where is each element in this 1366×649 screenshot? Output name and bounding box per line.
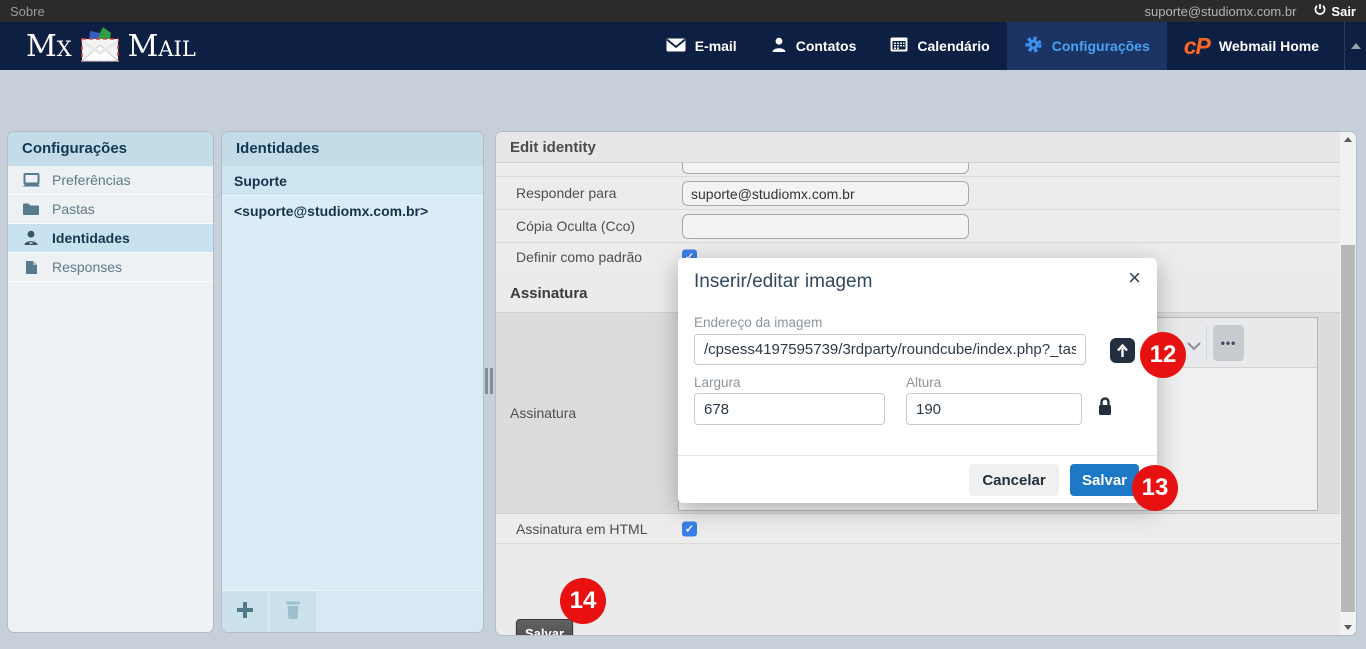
cpanel-logo: cP [1184,33,1210,60]
form-row-html-signature: Assinatura em HTML ✓ [496,514,1340,544]
screen-icon [21,173,41,188]
main-nav: Mx Mail E-mail Contatos [0,22,1366,70]
scrollbar-down-arrow[interactable] [1340,620,1356,635]
bcc-label: Cópia Oculta (Cco) [516,218,635,234]
image-url-input[interactable] [694,334,1086,365]
height-label: Altura [906,375,941,390]
plus-icon [235,600,255,625]
identities-list-panel: Identidades Suporte <suporte@studiomx.co… [222,132,483,632]
nav-item-contatos[interactable]: Contatos [754,22,874,70]
about-link[interactable]: Sobre [10,4,45,19]
nav-item-calendario[interactable]: Calendário [873,22,1006,70]
scrollbar-up-arrow[interactable] [1340,132,1356,147]
lock-icon[interactable] [1097,396,1113,422]
sidebar-item-pastas[interactable]: Pastas [8,195,213,224]
dialog-save-button[interactable]: Salvar [1070,464,1139,496]
identity-save-button[interactable]: Salvar [516,619,573,635]
annotation-badge-12: 12 [1140,332,1186,378]
trash-icon [284,600,302,625]
document-icon [21,260,41,275]
settings-sidebar: Configurações Preferências Pastas Identi… [8,132,213,632]
logout-button[interactable]: Sair [1314,3,1356,19]
form-row-reply-to: Responder para [496,177,1340,210]
dialog-title: Inserir/editar imagem [694,271,872,293]
edit-identity-title: Edit identity [496,132,1356,163]
width-input[interactable] [694,393,885,425]
person-icon [21,230,41,246]
app-logo[interactable]: Mx Mail [26,22,196,70]
nav-item-configuracoes[interactable]: Configurações [1007,22,1167,70]
identity-list-item[interactable]: Suporte <suporte@studiomx.com.br> [222,166,483,196]
form-row-bcc: Cópia Oculta (Cco) [496,210,1340,243]
folder-icon [21,202,41,216]
html-signature-checkbox[interactable]: ✓ [682,521,697,536]
default-identity-label: Definir como padrão [516,249,642,265]
top-bar: Sobre suporte@studiomx.com.br Sair [0,0,1366,22]
annotation-badge-14: 14 [560,578,606,624]
identities-footer [222,590,483,632]
html-signature-label: Assinatura em HTML [516,521,647,537]
cancel-button[interactable]: Cancelar [969,464,1059,496]
browse-image-icon[interactable] [1109,337,1136,369]
nav-scroll-up-arrow[interactable] [1344,22,1366,70]
calendar-icon [890,37,908,55]
sidebar-item-preferencias[interactable]: Preferências [8,166,213,195]
sidebar-item-identidades[interactable]: Identidades [8,224,213,253]
chevron-down-icon[interactable] [1187,338,1201,356]
bcc-input[interactable] [682,214,969,239]
annotation-badge-13: 13 [1132,465,1178,511]
image-url-label: Endereço da imagem [694,315,822,330]
reply-to-label: Responder para [516,185,616,201]
signature-label: Assinatura [510,405,576,421]
toolbar-separator [1206,326,1207,360]
person-icon [771,37,787,56]
power-icon [1314,3,1326,19]
add-identity-button[interactable] [222,591,268,632]
settings-sidebar-title: Configurações [8,132,213,166]
panel-splitter-handle[interactable] [485,368,494,394]
delete-identity-button[interactable] [270,591,316,632]
scrollbar-thumb[interactable] [1341,245,1355,612]
check-icon: ✓ [685,522,694,535]
identities-list-title: Identidades [222,132,483,166]
close-icon[interactable]: × [1128,267,1141,289]
clipped-input[interactable] [682,163,969,174]
height-input[interactable] [906,393,1082,425]
width-label: Largura [694,375,741,390]
nav-item-webmail-home[interactable]: cP Webmail Home [1167,22,1336,70]
dialog-footer: Cancelar Salvar [678,455,1157,503]
sidebar-item-responses[interactable]: Responses [8,253,213,282]
panel-scrollbar[interactable] [1340,132,1356,635]
toolbar-more-button[interactable]: ••• [1213,325,1244,361]
nav-item-email[interactable]: E-mail [649,22,754,70]
triangle-up-icon [1351,43,1361,49]
reply-to-input[interactable] [682,181,969,206]
account-email: suporte@studiomx.com.br [1145,4,1297,19]
logo-mail-text: Mail [128,29,196,64]
logo-mx-text: Mx [26,29,72,64]
envelope-logo-icon [78,21,122,71]
envelope-icon [666,38,686,55]
form-row-clipped [496,163,1340,177]
insert-image-dialog: Inserir/editar imagem × Endereço da imag… [678,258,1157,503]
gear-icon [1024,35,1043,57]
